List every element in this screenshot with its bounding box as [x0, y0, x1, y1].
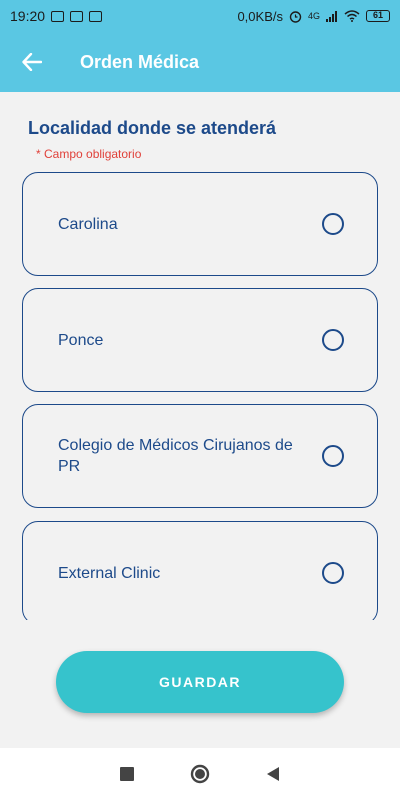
home-button[interactable] [180, 754, 220, 794]
option-ponce[interactable]: Ponce [22, 288, 378, 392]
section-title: Localidad donde se atenderá [28, 118, 277, 138]
page-title: Orden Médica [80, 51, 200, 72]
form-content[interactable]: Localidad donde se atenderá * Campo obli… [0, 92, 400, 620]
required-note: * Campo obligatorio [36, 147, 142, 161]
option-label: External Clinic [58, 564, 161, 582]
status-left: 19:20 [10, 8, 103, 24]
recents-button[interactable] [107, 754, 147, 794]
teams-icon [51, 10, 65, 22]
status-bar: 19:20 0,0KB/s 4G 61 [0, 0, 400, 32]
status-right: 0,0KB/s 4G 61 [237, 9, 390, 24]
alarm-icon [289, 10, 302, 23]
status-time: 19:20 [10, 8, 46, 24]
square-icon [119, 767, 134, 781]
network-speed: 0,0KB/s [237, 8, 283, 24]
back-button[interactable] [12, 42, 52, 82]
option-carolina[interactable]: Carolina [22, 172, 378, 276]
wifi-icon [344, 10, 360, 22]
radio-button[interactable] [322, 213, 344, 235]
signal-icon [326, 10, 337, 22]
radio-button[interactable] [322, 562, 344, 584]
window-icon [89, 10, 103, 22]
triangle-back-icon [267, 767, 280, 781]
battery-icon: 61 [366, 10, 390, 22]
radio-button[interactable] [322, 445, 344, 467]
option-colegio[interactable]: Colegio de Médicos Cirujanos de PR [22, 404, 378, 508]
arrow-left-icon [22, 53, 42, 71]
circle-icon [190, 764, 210, 784]
radio-button[interactable] [322, 329, 344, 351]
option-label: Ponce [58, 331, 104, 349]
network-type: 4G [307, 10, 320, 21]
option-label: Carolina [58, 215, 118, 233]
option-label: Colegio de Médicos Cirujanos de PR [58, 437, 293, 475]
save-button[interactable]: GUARDAR [56, 651, 344, 713]
nav-bar [0, 748, 400, 800]
back-nav-button[interactable] [253, 754, 293, 794]
outlook-icon [70, 10, 84, 22]
app-bar: Orden Médica [0, 32, 400, 92]
option-external-clinic[interactable]: External Clinic [22, 521, 378, 620]
